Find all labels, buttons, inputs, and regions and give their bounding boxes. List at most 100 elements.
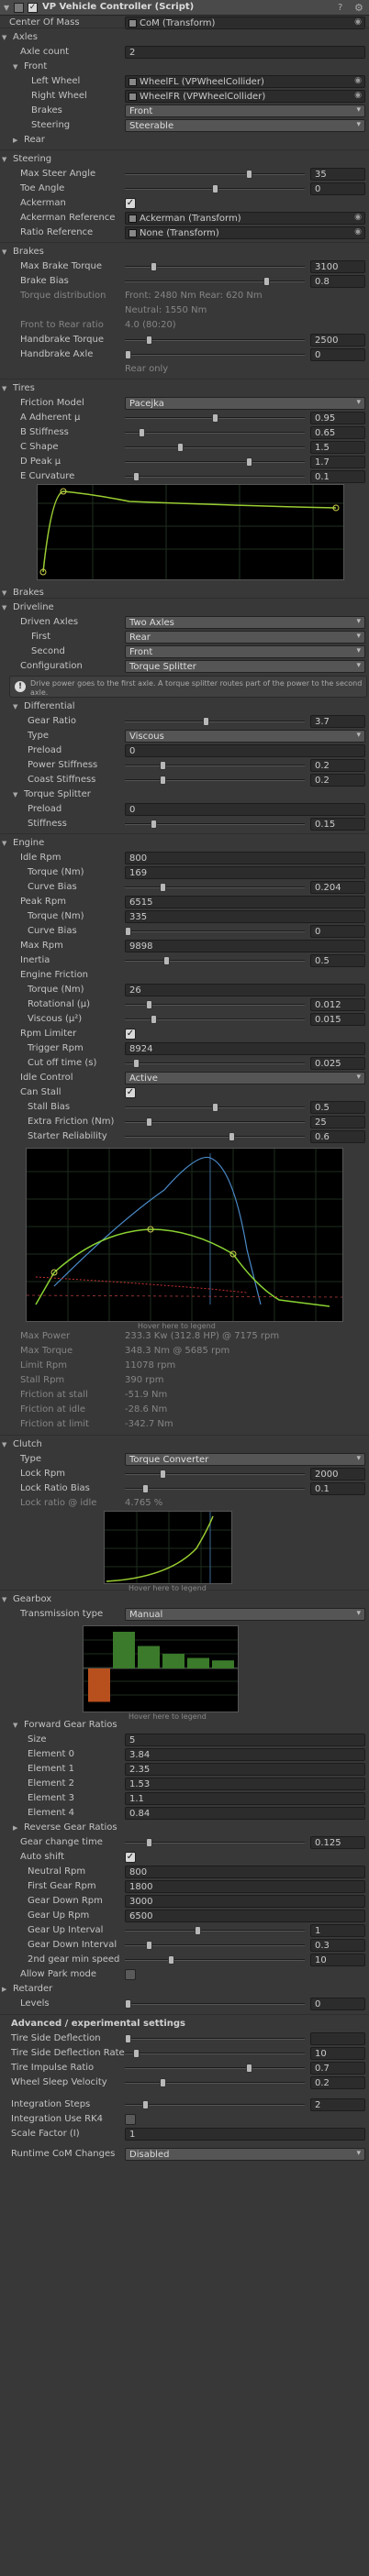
c-shape-slider-thumb[interactable] — [176, 443, 184, 452]
element-2-field[interactable]: 1.53 — [125, 1778, 365, 1790]
a-adherent-value-field[interactable]: 0.95 — [310, 412, 365, 424]
neutral-rpm-field[interactable]: 800 — [125, 1866, 365, 1878]
toe-angle-slider-thumb[interactable] — [211, 184, 218, 193]
gear-ratio-slider-thumb[interactable] — [203, 717, 210, 726]
clutch-curve-chart[interactable] — [104, 1511, 232, 1584]
can-stall-checkbox[interactable]: ✓ — [125, 1087, 136, 1098]
tire-side-deflection-rate-slider-thumb[interactable] — [133, 2049, 140, 2058]
lock-ratio-bias-value-field[interactable]: 0.1 — [310, 1482, 365, 1495]
preload-field[interactable]: 0 — [125, 803, 365, 816]
expand-arrow-icon[interactable]: ▼ — [2, 838, 6, 849]
d-peak-value-field[interactable]: 1.7 — [310, 456, 365, 468]
transmission-type-dropdown[interactable]: Manual — [125, 1608, 365, 1621]
brake-bias-value-field[interactable]: 0.8 — [310, 275, 365, 288]
collapse-arrow-icon[interactable]: ▶ — [13, 135, 17, 146]
power-stiffness-slider-track[interactable] — [125, 765, 305, 766]
tire-side-deflection-slider-track[interactable] — [125, 2038, 305, 2040]
handbrake-axle-slider-track[interactable] — [125, 354, 305, 356]
gear-change-time-value-field[interactable]: 0.125 — [310, 1836, 365, 1849]
extra-friction-nm-value-field[interactable]: 25 — [310, 1116, 365, 1128]
starter-reliability-slider-thumb[interactable] — [229, 1132, 236, 1141]
engine-curve-chart[interactable] — [26, 1148, 343, 1322]
inertia-value-field[interactable]: 0.5 — [310, 954, 365, 967]
component-header[interactable]: ▼ ✓ VP Vehicle Controller (Script) ? ⚙ — [0, 0, 369, 16]
element-4-field[interactable]: 0.84 — [125, 1807, 365, 1820]
help-icon[interactable]: ? — [338, 3, 342, 13]
second-dropdown[interactable]: Front — [125, 645, 365, 658]
gear-up-interval-slider-track[interactable] — [125, 1930, 305, 1932]
curve-bias-slider-thumb[interactable] — [159, 883, 166, 892]
curve-bias-slider-thumb[interactable] — [125, 927, 131, 936]
lock-ratio-bias-slider-track[interactable] — [125, 1488, 305, 1490]
friction-model-dropdown[interactable]: Pacejka — [125, 397, 365, 410]
collapse-arrow-icon[interactable]: ▶ — [2, 1984, 6, 1995]
lock-rpm-value-field[interactable]: 2000 — [310, 1468, 365, 1481]
viscous-slider-thumb[interactable] — [151, 1015, 158, 1024]
gear-ratio-slider-track[interactable] — [125, 721, 305, 722]
e-curvature-slider-thumb[interactable] — [133, 472, 140, 481]
rpm-limiter-checkbox[interactable]: ✓ — [125, 1029, 136, 1040]
coast-stiffness-slider-track[interactable] — [125, 779, 305, 781]
handbrake-torque-slider-thumb[interactable] — [145, 336, 152, 345]
torque-nm-field[interactable]: 26 — [125, 984, 365, 996]
tire-side-deflection-rate-slider-track[interactable] — [125, 2053, 305, 2054]
b-stiffness-value-field[interactable]: 0.65 — [310, 426, 365, 439]
toe-angle-value-field[interactable]: 0 — [310, 182, 365, 195]
axle-count-field[interactable]: 2 — [125, 46, 365, 59]
d-peak-slider-thumb[interactable] — [246, 457, 253, 467]
b-stiffness-slider-thumb[interactable] — [139, 428, 146, 437]
b-stiffness-slider-track[interactable] — [125, 432, 305, 434]
collapse-arrow-icon[interactable]: ▶ — [13, 1822, 17, 1833]
power-stiffness-slider-thumb[interactable] — [159, 761, 166, 770]
expand-arrow-icon[interactable]: ▼ — [2, 1439, 6, 1450]
starter-reliability-value-field[interactable]: 0.6 — [310, 1130, 365, 1143]
idle-control-dropdown[interactable]: Active — [125, 1072, 365, 1084]
handbrake-axle-value-field[interactable]: 0 — [310, 348, 365, 361]
auto-shift-checkbox[interactable]: ✓ — [125, 1852, 136, 1863]
lock-rpm-slider-track[interactable] — [125, 1473, 305, 1475]
trigger-rpm-field[interactable]: 8924 — [125, 1042, 365, 1055]
type-dropdown[interactable]: Viscous — [125, 730, 365, 743]
peak-rpm-field[interactable]: 6515 — [125, 896, 365, 908]
gear-icon[interactable]: ⚙ — [354, 2, 363, 14]
expand-arrow-icon[interactable]: ▼ — [13, 61, 17, 72]
handbrake-torque-value-field[interactable]: 2500 — [310, 334, 365, 347]
expand-arrow-icon[interactable]: ▼ — [2, 154, 6, 165]
gear-down-interval-slider-thumb[interactable] — [145, 1941, 152, 1950]
driven-axles-dropdown[interactable]: Two Axles — [125, 616, 365, 629]
cut-off-time-s-value-field[interactable]: 0.025 — [310, 1057, 365, 1070]
wheel-sleep-velocity-slider-thumb[interactable] — [159, 2078, 166, 2087]
expand-arrow-icon[interactable]: ▼ — [2, 1594, 6, 1605]
expand-arrow-icon[interactable]: ▼ — [13, 1720, 17, 1731]
expand-arrow-icon[interactable]: ▼ — [13, 701, 17, 712]
extra-friction-nm-slider-thumb[interactable] — [145, 1117, 152, 1127]
element-3-field[interactable]: 1.1 — [125, 1792, 365, 1805]
curve-bias-value-field[interactable]: 0.204 — [310, 881, 365, 894]
brake-bias-slider-track[interactable] — [125, 281, 305, 282]
cut-off-time-s-slider-thumb[interactable] — [133, 1059, 140, 1068]
cut-off-time-s-slider-track[interactable] — [125, 1062, 305, 1064]
max-rpm-field[interactable]: 9898 — [125, 940, 365, 952]
gear-change-time-slider-thumb[interactable] — [145, 1838, 152, 1847]
e-curvature-value-field[interactable]: 0.1 — [310, 470, 365, 483]
ackerman-reference-object-field[interactable]: Ackerman (Transform) — [125, 212, 365, 225]
coast-stiffness-slider-thumb[interactable] — [159, 776, 166, 785]
tire-curve-chart[interactable] — [37, 484, 344, 580]
rotational-slider-thumb[interactable] — [145, 1000, 152, 1009]
gear-down-interval-value-field[interactable]: 0.3 — [310, 1939, 365, 1952]
2nd-gear-min-speed-slider-track[interactable] — [125, 1959, 305, 1961]
gear-ratio-value-field[interactable]: 3.7 — [310, 715, 365, 728]
tire-impulse-ratio-value-field[interactable]: 0.7 — [310, 2062, 365, 2075]
tire-impulse-ratio-slider-track[interactable] — [125, 2067, 305, 2069]
ratio-reference-object-field[interactable]: None (Transform) — [125, 226, 365, 239]
gear-down-rpm-field[interactable]: 3000 — [125, 1895, 365, 1908]
max-steer-angle-value-field[interactable]: 35 — [310, 168, 365, 181]
gear-up-rpm-field[interactable]: 6500 — [125, 1910, 365, 1922]
power-stiffness-value-field[interactable]: 0.2 — [310, 759, 365, 772]
handbrake-axle-slider-thumb[interactable] — [125, 350, 131, 359]
torque-nm-field[interactable]: 169 — [125, 866, 365, 879]
brake-bias-slider-thumb[interactable] — [263, 277, 271, 286]
curve-bias-value-field[interactable]: 0 — [310, 925, 365, 938]
stall-bias-slider-thumb[interactable] — [211, 1103, 218, 1112]
expand-arrow-icon[interactable]: ▼ — [2, 602, 6, 613]
